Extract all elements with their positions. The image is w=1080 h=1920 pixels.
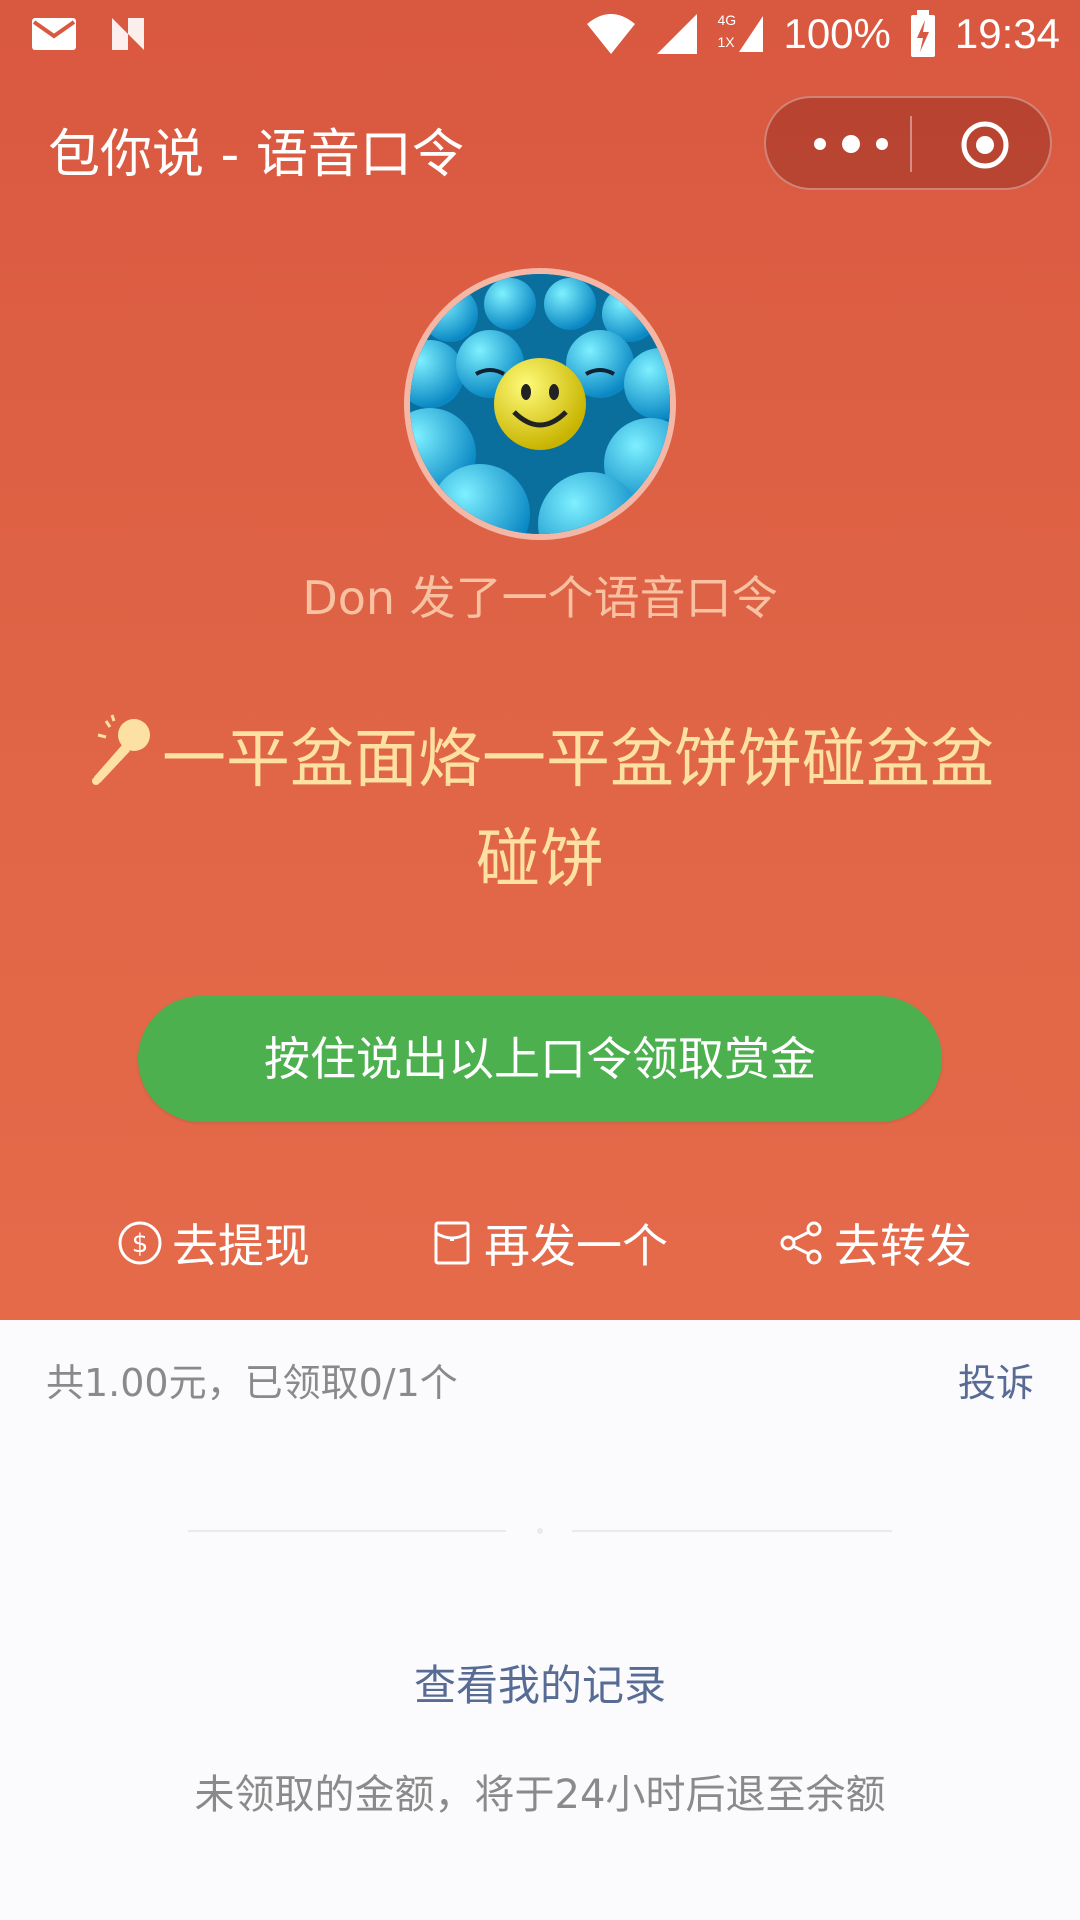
network-indicator: 4G 1X bbox=[717, 12, 765, 56]
page-title: 包你说 - 语音口令 bbox=[48, 125, 464, 185]
command-text: 一平盆面烙一平盆饼饼碰盆盆碰饼 bbox=[162, 723, 994, 897]
battery-charging-icon bbox=[910, 10, 935, 57]
nav-bar: 包你说 - 语音口令 bbox=[0, 80, 1080, 210]
n-app-icon bbox=[112, 18, 144, 50]
signal-icon bbox=[657, 14, 698, 54]
clock: 19:34 bbox=[954, 10, 1060, 57]
mail-icon bbox=[32, 18, 76, 50]
forward-label: 去转发 bbox=[834, 1219, 972, 1273]
sender-text: Don 发了一个语音口令 bbox=[302, 571, 778, 625]
my-records-link[interactable]: 查看我的记录 bbox=[0, 1652, 1080, 1713]
withdraw-label: 去提现 bbox=[172, 1219, 310, 1273]
share-icon bbox=[780, 1221, 822, 1265]
withdraw-button[interactable]: $ 去提现 bbox=[116, 1210, 310, 1276]
divider-dot bbox=[537, 1528, 543, 1534]
report-link[interactable]: 投诉 bbox=[958, 1352, 1034, 1407]
microphone-icon bbox=[92, 714, 150, 785]
avatar-image bbox=[410, 274, 670, 534]
wifi-icon bbox=[587, 14, 636, 54]
send-again-label: 再发一个 bbox=[484, 1219, 668, 1273]
signal-small-icon bbox=[739, 16, 764, 52]
voice-command: 一平盆面烙一平盆饼饼碰盆盆碰饼 bbox=[60, 710, 1020, 910]
press-to-speak-button[interactable]: 按住说出以上口令领取赏金 bbox=[138, 996, 942, 1122]
battery-percent: 100% bbox=[783, 10, 891, 57]
amount-summary: 共1.00元，已领取0/1个 bbox=[46, 1361, 458, 1405]
forward-button[interactable]: 去转发 bbox=[778, 1210, 972, 1276]
red-envelope-icon bbox=[434, 1221, 470, 1265]
sim-label: 1X bbox=[717, 34, 735, 50]
avatar bbox=[404, 268, 676, 540]
refund-notice: 未领取的金额，将于24小时后退至余额 bbox=[194, 1772, 886, 1818]
network-type: 4G bbox=[717, 12, 737, 28]
more-dots-icon[interactable] bbox=[806, 126, 896, 162]
divider-left bbox=[188, 1530, 506, 1532]
target-close-icon[interactable] bbox=[960, 120, 1010, 170]
dollar-circle-icon: $ bbox=[118, 1221, 162, 1265]
divider-right bbox=[572, 1530, 892, 1532]
status-bar: 4G 1X 100% 19:34 bbox=[0, 0, 1080, 72]
capsule-separator bbox=[910, 116, 912, 172]
capsule-menu bbox=[764, 96, 1052, 190]
action-bar: $ 去提现 再发一个 去转发 bbox=[0, 1210, 1080, 1280]
svg-text:$: $ bbox=[132, 1229, 149, 1259]
send-again-button[interactable]: 再发一个 bbox=[428, 1210, 668, 1276]
